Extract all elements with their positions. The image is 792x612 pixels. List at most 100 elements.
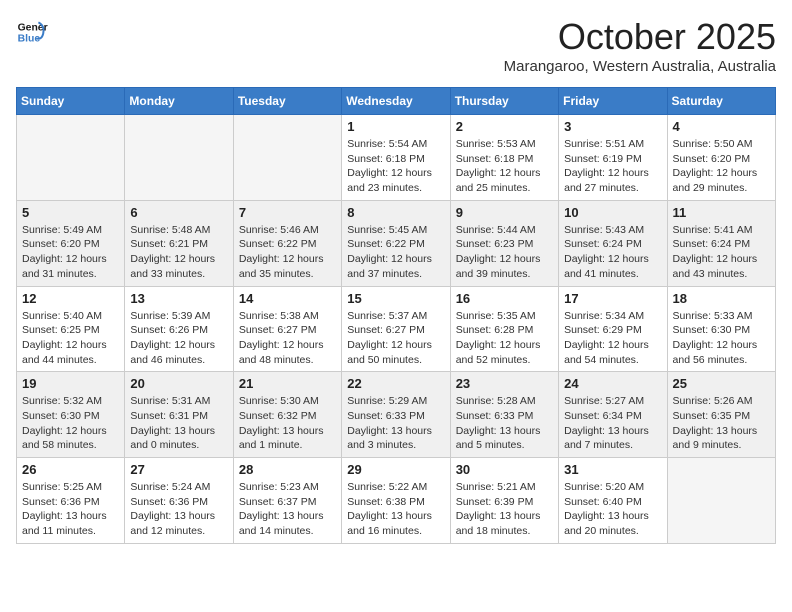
table-row: 12 Sunrise: 5:40 AMSunset: 6:25 PMDayligh… [17, 286, 125, 372]
day-info: Sunrise: 5:32 AMSunset: 6:30 PMDaylight:… [22, 394, 119, 453]
day-info: Sunrise: 5:24 AMSunset: 6:36 PMDaylight:… [130, 480, 227, 539]
table-row: 28 Sunrise: 5:23 AMSunset: 6:37 PMDayligh… [233, 458, 341, 544]
day-info: Sunrise: 5:49 AMSunset: 6:20 PMDaylight:… [22, 223, 119, 282]
day-number: 12 [22, 291, 119, 306]
day-info: Sunrise: 5:23 AMSunset: 6:37 PMDaylight:… [239, 480, 336, 539]
day-info: Sunrise: 5:51 AMSunset: 6:19 PMDaylight:… [564, 137, 661, 196]
day-number: 25 [673, 376, 770, 391]
day-info: Sunrise: 5:29 AMSunset: 6:33 PMDaylight:… [347, 394, 444, 453]
weekday-header-tuesday: Tuesday [233, 88, 341, 115]
day-number: 18 [673, 291, 770, 306]
day-info: Sunrise: 5:20 AMSunset: 6:40 PMDaylight:… [564, 480, 661, 539]
table-row: 8 Sunrise: 5:45 AMSunset: 6:22 PMDaylight… [342, 200, 450, 286]
day-number: 11 [673, 205, 770, 220]
calendar-week-row: 5 Sunrise: 5:49 AMSunset: 6:20 PMDaylight… [17, 200, 776, 286]
table-row: 13 Sunrise: 5:39 AMSunset: 6:26 PMDayligh… [125, 286, 233, 372]
table-row: 2 Sunrise: 5:53 AMSunset: 6:18 PMDaylight… [450, 115, 558, 201]
day-info: Sunrise: 5:44 AMSunset: 6:23 PMDaylight:… [456, 223, 553, 282]
day-info: Sunrise: 5:35 AMSunset: 6:28 PMDaylight:… [456, 309, 553, 368]
title-area: October 2025 Marangaroo, Western Austral… [504, 16, 776, 75]
weekday-header-row: SundayMondayTuesdayWednesdayThursdayFrid… [17, 88, 776, 115]
header: General Blue October 2025 Marangaroo, We… [16, 16, 776, 75]
day-number: 10 [564, 205, 661, 220]
table-row: 20Sunrise: 5:31 AMSunset: 6:31 PMDayligh… [125, 372, 233, 458]
table-row: 3 Sunrise: 5:51 AMSunset: 6:19 PMDaylight… [559, 115, 667, 201]
weekday-header-saturday: Saturday [667, 88, 775, 115]
table-row: 14 Sunrise: 5:38 AMSunset: 6:27 PMDayligh… [233, 286, 341, 372]
day-number: 15 [347, 291, 444, 306]
day-info: Sunrise: 5:25 AMSunset: 6:36 PMDaylight:… [22, 480, 119, 539]
day-info: Sunrise: 5:39 AMSunset: 6:26 PMDaylight:… [130, 309, 227, 368]
day-info: Sunrise: 5:54 AMSunset: 6:18 PMDaylight:… [347, 137, 444, 196]
table-row: 18 Sunrise: 5:33 AMSunset: 6:30 PMDayligh… [667, 286, 775, 372]
table-row [667, 458, 775, 544]
calendar-week-row: 12 Sunrise: 5:40 AMSunset: 6:25 PMDayligh… [17, 286, 776, 372]
day-number: 19 [22, 376, 119, 391]
day-info: Sunrise: 5:43 AMSunset: 6:24 PMDaylight:… [564, 223, 661, 282]
calendar-week-row: 1Sunrise: 5:54 AMSunset: 6:18 PMDaylight… [17, 115, 776, 201]
location-title: Marangaroo, Western Australia, Australia [504, 58, 776, 75]
day-info: Sunrise: 5:33 AMSunset: 6:30 PMDaylight:… [673, 309, 770, 368]
calendar: SundayMondayTuesdayWednesdayThursdayFrid… [16, 87, 776, 544]
day-info: Sunrise: 5:37 AMSunset: 6:27 PMDaylight:… [347, 309, 444, 368]
day-number: 22 [347, 376, 444, 391]
day-number: 30 [456, 462, 553, 477]
table-row: 23 Sunrise: 5:28 AMSunset: 6:33 PMDayligh… [450, 372, 558, 458]
day-info: Sunrise: 5:27 AMSunset: 6:34 PMDaylight:… [564, 394, 661, 453]
day-number: 8 [347, 205, 444, 220]
table-row: 25Sunrise: 5:26 AMSunset: 6:35 PMDayligh… [667, 372, 775, 458]
day-info: Sunrise: 5:50 AMSunset: 6:20 PMDaylight:… [673, 137, 770, 196]
day-number: 23 [456, 376, 553, 391]
weekday-header-sunday: Sunday [17, 88, 125, 115]
day-info: Sunrise: 5:31 AMSunset: 6:31 PMDaylight:… [130, 394, 227, 453]
table-row [233, 115, 341, 201]
table-row: 9 Sunrise: 5:44 AMSunset: 6:23 PMDaylight… [450, 200, 558, 286]
day-number: 24 [564, 376, 661, 391]
table-row: 7Sunrise: 5:46 AMSunset: 6:22 PMDaylight… [233, 200, 341, 286]
day-number: 2 [456, 119, 553, 134]
day-number: 14 [239, 291, 336, 306]
logo-icon: General Blue [16, 16, 48, 48]
table-row: 17 Sunrise: 5:34 AMSunset: 6:29 PMDayligh… [559, 286, 667, 372]
table-row: 29 Sunrise: 5:22 AMSunset: 6:38 PMDayligh… [342, 458, 450, 544]
day-info: Sunrise: 5:45 AMSunset: 6:22 PMDaylight:… [347, 223, 444, 282]
day-number: 5 [22, 205, 119, 220]
day-number: 17 [564, 291, 661, 306]
day-number: 31 [564, 462, 661, 477]
day-number: 9 [456, 205, 553, 220]
table-row: 22 Sunrise: 5:29 AMSunset: 6:33 PMDayligh… [342, 372, 450, 458]
day-number: 13 [130, 291, 227, 306]
table-row: 21Sunrise: 5:30 AMSunset: 6:32 PMDayligh… [233, 372, 341, 458]
table-row: 10 Sunrise: 5:43 AMSunset: 6:24 PMDayligh… [559, 200, 667, 286]
day-info: Sunrise: 5:21 AMSunset: 6:39 PMDaylight:… [456, 480, 553, 539]
day-info: Sunrise: 5:22 AMSunset: 6:38 PMDaylight:… [347, 480, 444, 539]
day-info: Sunrise: 5:38 AMSunset: 6:27 PMDaylight:… [239, 309, 336, 368]
day-info: Sunrise: 5:30 AMSunset: 6:32 PMDaylight:… [239, 394, 336, 453]
day-number: 6 [130, 205, 227, 220]
weekday-header-thursday: Thursday [450, 88, 558, 115]
day-number: 7 [239, 205, 336, 220]
day-number: 3 [564, 119, 661, 134]
day-info: Sunrise: 5:53 AMSunset: 6:18 PMDaylight:… [456, 137, 553, 196]
day-number: 4 [673, 119, 770, 134]
day-info: Sunrise: 5:28 AMSunset: 6:33 PMDaylight:… [456, 394, 553, 453]
day-number: 29 [347, 462, 444, 477]
table-row: 16Sunrise: 5:35 AMSunset: 6:28 PMDayligh… [450, 286, 558, 372]
table-row: 5 Sunrise: 5:49 AMSunset: 6:20 PMDaylight… [17, 200, 125, 286]
day-number: 28 [239, 462, 336, 477]
logo: General Blue [16, 16, 48, 48]
calendar-week-row: 19 Sunrise: 5:32 AMSunset: 6:30 PMDayligh… [17, 372, 776, 458]
table-row: 19 Sunrise: 5:32 AMSunset: 6:30 PMDayligh… [17, 372, 125, 458]
calendar-week-row: 26Sunrise: 5:25 AMSunset: 6:36 PMDayligh… [17, 458, 776, 544]
weekday-header-monday: Monday [125, 88, 233, 115]
day-info: Sunrise: 5:48 AMSunset: 6:21 PMDaylight:… [130, 223, 227, 282]
day-info: Sunrise: 5:40 AMSunset: 6:25 PMDaylight:… [22, 309, 119, 368]
table-row: 11Sunrise: 5:41 AMSunset: 6:24 PMDayligh… [667, 200, 775, 286]
weekday-header-friday: Friday [559, 88, 667, 115]
table-row: 4 Sunrise: 5:50 AMSunset: 6:20 PMDaylight… [667, 115, 775, 201]
day-info: Sunrise: 5:34 AMSunset: 6:29 PMDaylight:… [564, 309, 661, 368]
table-row: 1Sunrise: 5:54 AMSunset: 6:18 PMDaylight… [342, 115, 450, 201]
table-row: 6 Sunrise: 5:48 AMSunset: 6:21 PMDaylight… [125, 200, 233, 286]
table-row: 26Sunrise: 5:25 AMSunset: 6:36 PMDayligh… [17, 458, 125, 544]
day-number: 27 [130, 462, 227, 477]
